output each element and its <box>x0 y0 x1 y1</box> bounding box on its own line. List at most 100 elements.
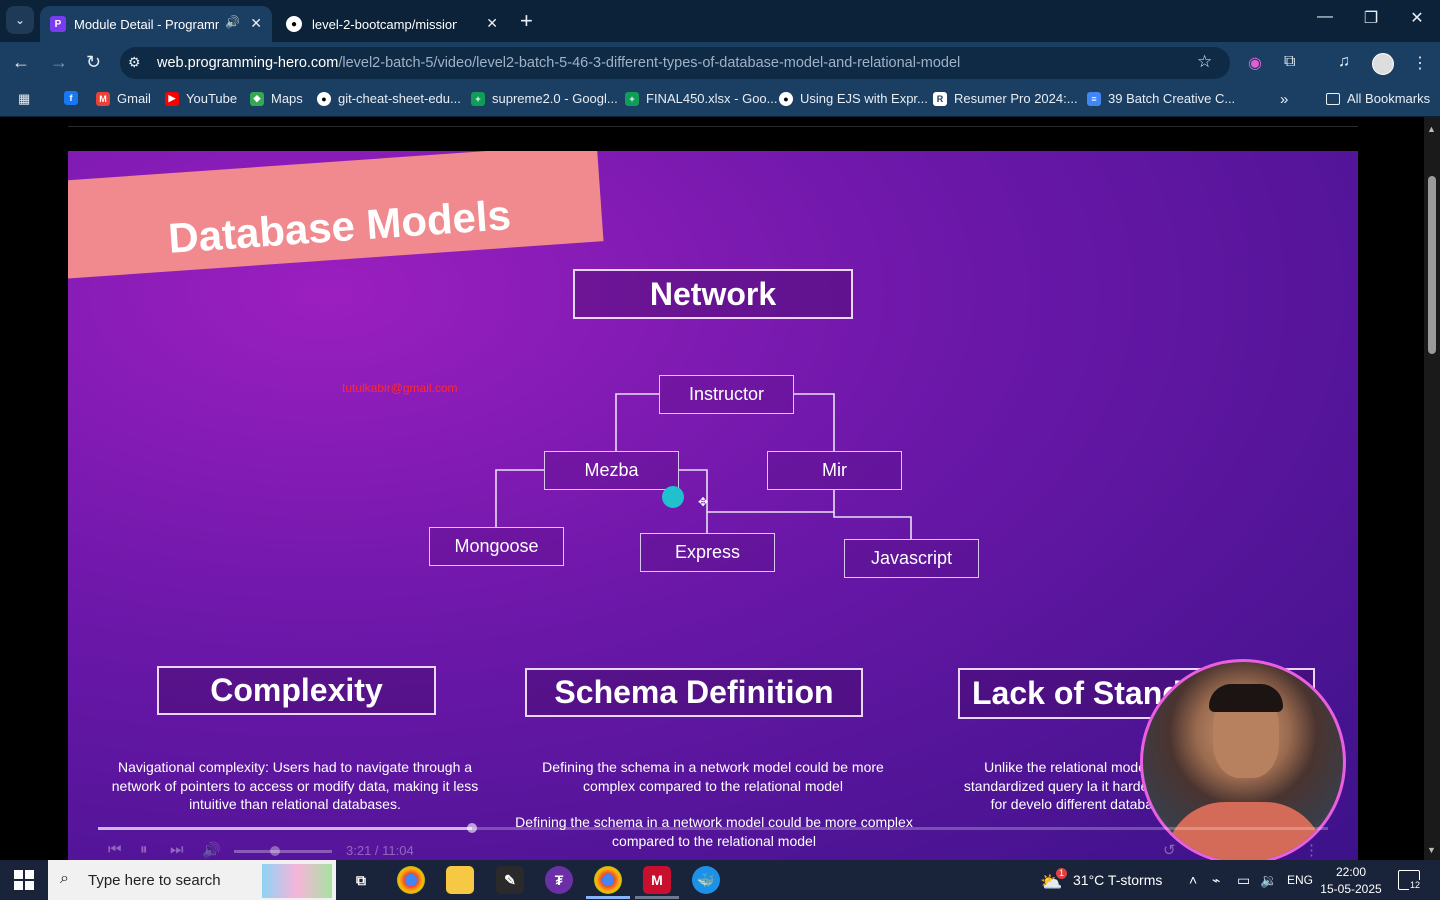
github-icon: ● <box>286 16 302 32</box>
video-time: 3:21 / 11:04 <box>346 843 414 858</box>
clock[interactable]: 22:00 15-05-2025 <box>1318 864 1384 898</box>
node-mir: Mir <box>767 451 902 490</box>
gmail-icon: M <box>96 91 110 106</box>
close-tab-icon[interactable]: ✕ <box>486 15 498 32</box>
sheets-icon: + <box>625 91 639 106</box>
folder-icon <box>1326 92 1340 105</box>
bookmark-ejs[interactable]: ● Using EJS with Expr... <box>779 91 928 106</box>
facebook-icon: f <box>64 91 78 105</box>
restore-icon[interactable]: ❐ <box>1348 8 1394 28</box>
node-javascript: Javascript <box>844 539 979 578</box>
monitor-icon[interactable]: ▭ <box>1237 872 1250 889</box>
mcafee-icon[interactable]: M <box>643 866 671 894</box>
scroll-down-icon[interactable]: ▼ <box>1427 845 1436 855</box>
reload-icon[interactable]: ↻ <box>86 52 101 73</box>
close-window-icon[interactable]: ✕ <box>1394 8 1440 28</box>
connector-instructor-mezba <box>615 393 659 451</box>
chrome-icon[interactable] <box>397 866 425 894</box>
next-icon[interactable]: ⏭ <box>170 841 184 858</box>
cursor-highlight <box>662 486 684 508</box>
menu-icon[interactable]: ⋮ <box>1412 53 1428 73</box>
previous-icon[interactable]: ⏮ <box>108 841 122 858</box>
schema-text: Defining the schema in a network model c… <box>542 759 884 794</box>
node-instructor: Instructor <box>659 375 794 414</box>
video-progress-fill <box>98 827 472 830</box>
divider <box>68 126 1358 127</box>
language-indicator[interactable]: ENG <box>1287 873 1313 887</box>
open-app-indicator <box>635 896 679 899</box>
docker-icon[interactable]: 🐳 <box>692 866 720 894</box>
bookmark-39-batch[interactable]: ≡ 39 Batch Creative C... <box>1087 91 1235 106</box>
clock-time: 22:00 <box>1335 865 1367 879</box>
search-placeholder[interactable]: Type here to search <box>88 872 221 889</box>
app-icon[interactable]: ₮ <box>545 866 573 894</box>
sheets-icon: + <box>471 91 485 106</box>
weather-text[interactable]: 31°C T-storms <box>1073 872 1162 888</box>
tab-module-detail[interactable]: P Module Detail - Programmi 🔊 ✕ <box>40 6 272 42</box>
bookmark-gmail[interactable]: M Gmail <box>96 91 151 106</box>
node-mezba: Mezba <box>544 451 679 490</box>
youtube-icon: ▶ <box>165 91 179 106</box>
lack-of-standards-text: Unlike the relational model, standardize… <box>963 759 1153 812</box>
bookmark-maps[interactable]: ◆ Maps <box>250 91 303 106</box>
node-mongoose: Mongoose <box>429 527 564 566</box>
video-caption: Defining the schema in a network model c… <box>515 814 913 849</box>
docs-icon: ≡ <box>1087 91 1101 106</box>
speaker-icon[interactable]: 🔉 <box>1260 872 1277 889</box>
forward-icon[interactable]: → <box>50 52 68 73</box>
bookmark-facebook[interactable]: f <box>64 91 85 105</box>
apps-grid-icon[interactable]: ▦ <box>18 91 30 107</box>
tab-github[interactable]: ● level-2-bootcamp/mission-2/m ✕ <box>276 6 508 42</box>
video-progress-handle[interactable] <box>466 823 477 833</box>
resumer-icon: R <box>933 91 947 106</box>
bookmark-final450[interactable]: + FINAL450.xlsx - Goo... <box>625 91 778 106</box>
speaker-icon[interactable]: 🔊 <box>225 15 240 29</box>
pen-app-icon[interactable]: ✎ <box>496 866 524 894</box>
network-icon[interactable]: ⌁ <box>1212 872 1220 889</box>
file-explorer-icon[interactable] <box>446 866 474 894</box>
new-tab-icon[interactable]: + <box>520 8 533 34</box>
tab-title: level-2-bootcamp/mission-2/m <box>312 16 457 32</box>
volume-slider[interactable] <box>234 850 332 853</box>
url-text[interactable]: web.programming-hero.com/level2-batch-5/… <box>157 55 960 71</box>
site-info-icon[interactable]: ⚙ <box>128 54 141 71</box>
media-controls-icon[interactable]: ♫ <box>1338 53 1350 71</box>
volume-handle[interactable] <box>270 846 280 856</box>
github-icon: ● <box>317 91 331 106</box>
connector-mir-javascript <box>833 512 912 539</box>
task-view-icon[interactable]: ⧉ <box>347 866 375 894</box>
topic-complexity: Complexity <box>157 666 436 715</box>
chevron-up-icon[interactable]: ˄ <box>1189 872 1197 888</box>
pause-icon[interactable]: ⏸ <box>140 841 148 858</box>
bookmark-resumer[interactable]: R Resumer Pro 2024:... <box>933 91 1078 106</box>
bookmark-youtube[interactable]: ▶ YouTube <box>165 91 237 106</box>
windows-start-icon[interactable] <box>14 870 34 890</box>
extensions-puzzle-icon[interactable]: ⧉ <box>1284 53 1295 71</box>
close-tab-icon[interactable]: ✕ <box>250 15 262 32</box>
volume-icon[interactable]: 🔊 <box>202 841 221 859</box>
back-icon[interactable]: ← <box>12 52 30 73</box>
extension-icon[interactable]: ◉ <box>1248 53 1262 73</box>
video-player[interactable]: Database Models Network tutulkabir@gmail… <box>68 151 1358 860</box>
replay-icon[interactable]: ↺ <box>1163 841 1176 859</box>
search-icon: ⌕ <box>60 870 69 887</box>
active-app-indicator <box>586 896 630 899</box>
connector-instructor-mir <box>793 393 835 451</box>
more-options-icon[interactable]: ⋮ <box>1304 841 1319 859</box>
topic-schema-definition: Schema Definition <box>525 668 863 717</box>
profile-avatar[interactable] <box>1372 53 1394 75</box>
bookmarks-overflow-icon[interactable]: » <box>1280 91 1288 108</box>
bookmark-supreme[interactable]: + supreme2.0 - Googl... <box>471 91 618 106</box>
bookmark-star-icon[interactable]: ☆ <box>1197 52 1212 72</box>
chrome-profile-icon[interactable] <box>594 866 622 894</box>
tab-search-button[interactable]: ⌄ <box>6 6 34 34</box>
bookmark-git-cheat-sheet[interactable]: ● git-cheat-sheet-edu... <box>317 91 461 106</box>
all-bookmarks[interactable]: All Bookmarks <box>1326 91 1430 106</box>
scrollbar-thumb[interactable] <box>1428 176 1436 354</box>
connector-mezba-mongoose <box>495 469 544 527</box>
clock-date: 15-05-2025 <box>1320 882 1382 896</box>
scroll-up-icon[interactable]: ▲ <box>1427 124 1436 134</box>
minimize-icon[interactable]: — <box>1302 8 1348 26</box>
weather-badge: 1 <box>1056 868 1067 879</box>
move-cursor-icon: ✥ <box>698 495 709 509</box>
